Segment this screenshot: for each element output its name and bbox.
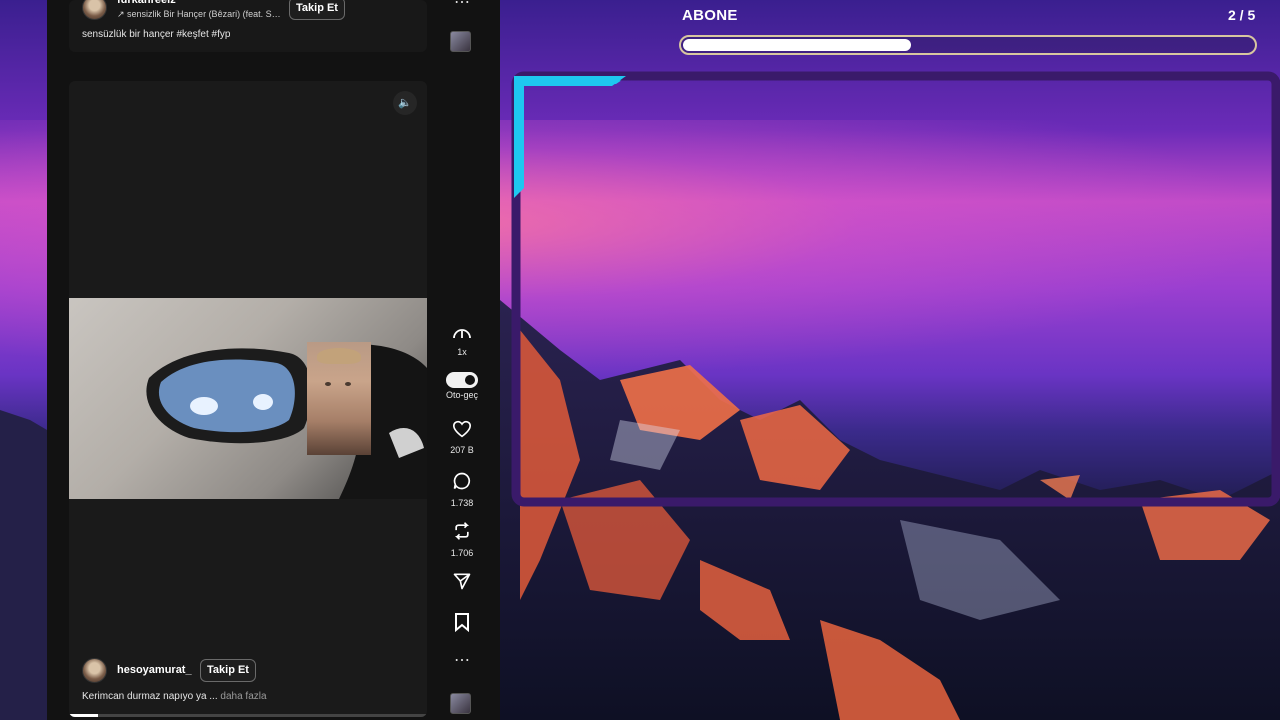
autoplay-toggle[interactable]: Oto-geç (442, 372, 482, 400)
video-progress-bar[interactable] (69, 714, 427, 717)
goal-progress-bar (679, 35, 1257, 55)
speed-label: 1x (457, 347, 467, 357)
goal-progress-fill (683, 39, 911, 51)
comment-icon (453, 472, 471, 490)
next-video-thumbnail[interactable] (450, 31, 471, 52)
volume-icon[interactable]: 🔈 (393, 91, 417, 115)
more-icon: ⋯ (454, 652, 470, 669)
avatar[interactable] (82, 658, 107, 683)
avatar[interactable] (82, 0, 107, 20)
webcam-face-overlay (307, 342, 371, 455)
feed-post-previous[interactable]: furkanreelz ↗ sensizlik Bir Hançer (Bêza… (69, 0, 427, 52)
bookmark-icon (455, 613, 469, 633)
feed-post-current[interactable]: 🔈 hesoyamurat_ Takip Et Kerimcan durmaz … (69, 81, 427, 717)
post-username[interactable]: hesoyamurat_ (117, 664, 192, 676)
post-caption: sensüzlük bir hançer #keşfet #fyp (82, 29, 231, 40)
speedometer-icon (453, 329, 471, 339)
more-link[interactable]: daha fazla (220, 691, 266, 702)
camera-frame (508, 70, 1280, 508)
heart-icon (452, 420, 472, 438)
post-caption-text: Kerimcan durmaz napıyo ya ... (82, 691, 218, 702)
video-player[interactable] (69, 298, 427, 499)
post-username[interactable]: furkanreelz (117, 0, 176, 6)
toggle-switch[interactable] (446, 372, 478, 388)
share-button[interactable] (442, 571, 482, 596)
like-button[interactable]: 207 B (442, 420, 482, 455)
follow-button[interactable]: Takip Et (200, 659, 256, 682)
repost-button[interactable]: 1.706 (442, 521, 482, 558)
send-icon (453, 573, 471, 590)
next-video-thumbnail[interactable] (450, 693, 471, 714)
playback-speed-button[interactable]: 1x (442, 326, 482, 357)
video-content (146, 344, 427, 499)
goal-title: ABONE (682, 7, 738, 24)
more-options-button-top[interactable]: ⋯ (442, 0, 482, 12)
repost-count: 1.706 (450, 548, 474, 558)
video-progress-fill (69, 714, 98, 717)
repost-icon (454, 522, 470, 540)
bookmark-button[interactable] (442, 612, 482, 637)
video-feed-panel[interactable]: furkanreelz ↗ sensizlik Bir Hançer (Bêza… (47, 0, 500, 720)
comment-button[interactable]: 1.738 (442, 471, 482, 508)
goal-count: 2 / 5 (1228, 7, 1256, 23)
post-caption: Kerimcan durmaz napıyo ya ... daha fazla (82, 691, 267, 702)
comment-count: 1.738 (450, 498, 474, 508)
follow-button[interactable]: Takip Et (289, 0, 345, 20)
more-options-button[interactable]: ⋯ (442, 650, 482, 670)
autoplay-label: Oto-geç (445, 390, 478, 400)
like-count: 207 B (450, 445, 474, 455)
post-music-link[interactable]: ↗ sensizlik Bir Hançer (Bêzari) (feat. S… (117, 9, 281, 20)
camera-frame-border (511, 71, 1280, 507)
more-icon: ⋯ (454, 0, 470, 11)
